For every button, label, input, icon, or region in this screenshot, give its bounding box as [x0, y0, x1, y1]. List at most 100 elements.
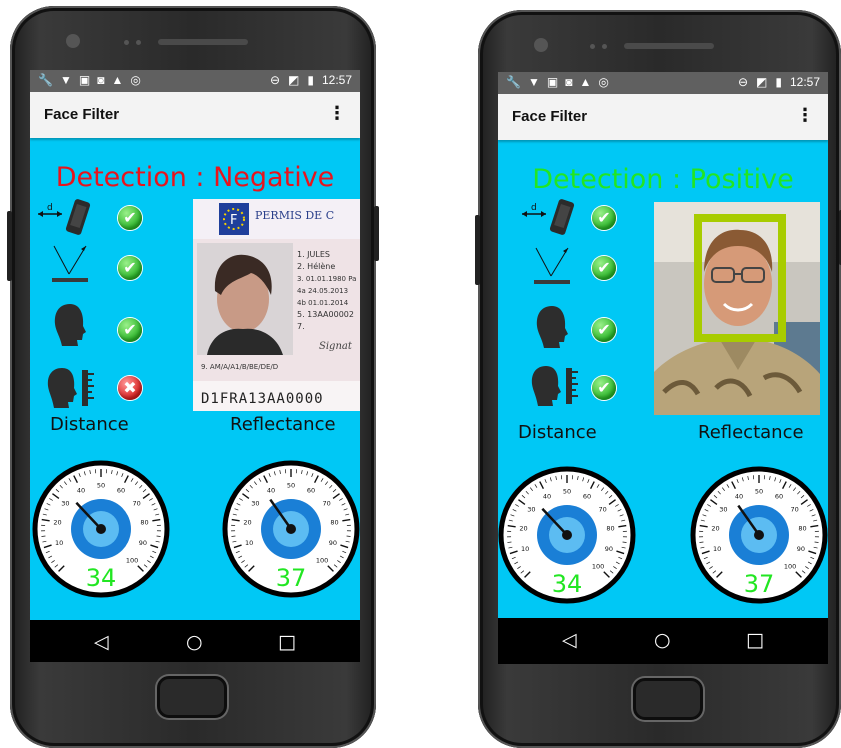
battery-icon: ▮	[775, 75, 782, 89]
card-line: 5. 13AA00002	[297, 310, 354, 319]
recents-icon[interactable]: □	[746, 629, 764, 651]
check-ok-icon: ✔	[592, 376, 616, 400]
gauge-tick-label: 10	[55, 539, 63, 547]
back-icon[interactable]: ◁	[562, 629, 577, 651]
gauge-tick	[156, 535, 161, 537]
id-card-image: F PERMIS DE C 1. JULES 2. Hélène 3. 01.0…	[193, 199, 360, 411]
gauge-tick-label: 20	[243, 519, 251, 527]
check-ok-icon: ✔	[592, 206, 616, 230]
card-line: 4b 01.01.2014	[297, 299, 349, 307]
volume-key	[475, 215, 480, 285]
gauge-tick-label: 60	[583, 492, 591, 500]
navigation-bar: ◁ ○ □	[498, 618, 828, 664]
reflectance-label: Reflectance	[230, 414, 336, 435]
gauge-tick-label: 40	[77, 486, 85, 494]
gauge-tick-label: 100	[784, 563, 796, 571]
overflow-menu-icon[interactable]: ⋮	[796, 105, 814, 126]
volume-key	[7, 211, 12, 281]
card-mrz: D1FRA13AA0000	[201, 391, 324, 407]
gauge-tick-label: 20	[53, 519, 61, 527]
gauge-tick-label: 60	[307, 486, 315, 494]
camera-face-image	[654, 202, 820, 415]
gauge-tick-label: 40	[735, 492, 743, 500]
reflectance-label: Reflectance	[698, 422, 804, 443]
check-ok-icon: ✔	[592, 318, 616, 342]
front-camera	[534, 38, 548, 52]
image-icon: ▣	[78, 73, 91, 87]
gauge-tick-label: 10	[521, 545, 529, 553]
id-card-graphic: F PERMIS DE C 1. JULES 2. Hélène 3. 01.0…	[193, 199, 360, 411]
card-line: 4a 24.05.2013	[297, 287, 348, 295]
navigation-bar: ◁ ○ □	[30, 620, 360, 662]
gauge-tick-label: 70	[598, 506, 606, 514]
gauge-tick-label: 70	[790, 506, 798, 514]
screen: 🔧 ▼ ▣ ◙ ▲ ◎ ⊖ ◩ ▮ 12:57 Face Filter ⋮ De…	[498, 72, 828, 664]
front-camera	[66, 34, 80, 48]
gauge-tick-label: 40	[543, 492, 551, 500]
dnd-icon: ⊖	[269, 73, 281, 87]
gauge-tick-label: 100	[316, 557, 328, 565]
app-bar: Face Filter ⋮	[498, 94, 828, 140]
card-flag-letter: F	[230, 213, 237, 228]
home-hardware-button[interactable]	[157, 676, 227, 718]
gauge-tick	[622, 541, 627, 543]
home-hardware-button[interactable]	[633, 678, 703, 720]
gauge-tick-label: 30	[61, 500, 69, 508]
overflow-menu-icon[interactable]: ⋮	[328, 103, 346, 124]
camera-face-graphic	[654, 202, 820, 415]
gauge-tick	[346, 535, 351, 537]
distance-label: Distance	[50, 414, 129, 435]
image-icon: ▣	[546, 75, 559, 89]
app-title: Face Filter	[512, 108, 588, 125]
recents-icon[interactable]: □	[278, 631, 296, 653]
status-bar: 🔧 ▼ ▣ ◙ ▲ ◎ ⊖ ◩ ▮ 12:57	[30, 70, 360, 92]
sensor-dot	[602, 44, 607, 49]
gauge-tick-label: 70	[132, 500, 140, 508]
detection-status: Detection : Negative	[55, 162, 335, 193]
gauge-value: 37	[744, 570, 775, 598]
gauge-hub	[562, 530, 572, 540]
phone-distance-icon: d	[522, 199, 575, 235]
gauge-tick	[814, 541, 819, 543]
gauge-tick-label: 90	[139, 539, 147, 547]
phone-distance-icon: d	[38, 199, 91, 235]
svg-text:d: d	[531, 203, 537, 213]
card-line: 2. Hélène	[297, 261, 335, 271]
card-header: PERMIS DE C	[255, 209, 334, 222]
app-title: Face Filter	[44, 106, 120, 123]
back-icon[interactable]: ◁	[94, 631, 109, 653]
face-profile-icon	[54, 304, 86, 346]
check-ok-icon: ✔	[118, 206, 142, 230]
gauge-tick-label: 90	[329, 539, 337, 547]
gauge-tick-label: 50	[97, 482, 105, 490]
gauge-tick-label: 30	[251, 500, 259, 508]
wrench-icon: 🔧	[506, 75, 521, 89]
detection-status: Detection : Positive	[532, 164, 794, 195]
status-bar: 🔧 ▼ ▣ ◙ ▲ ◎ ⊖ ◩ ▮ 12:57	[498, 72, 828, 94]
card-signature: Signat	[319, 341, 353, 352]
gauge-value: 34	[86, 564, 117, 592]
gauge-tick-label: 50	[287, 482, 295, 490]
gauge-tick-label: 50	[563, 488, 571, 496]
gauge-tick-label: 80	[798, 525, 806, 533]
gauge-tick-label: 100	[592, 563, 604, 571]
distance-label: Distance	[518, 422, 597, 443]
check-ok-icon: ✔	[118, 256, 142, 280]
svg-text:d: d	[47, 203, 53, 213]
gauge-tick-label: 30	[527, 506, 535, 514]
shield-icon: ◎	[130, 73, 141, 87]
check-ok-icon: ✔	[118, 318, 142, 342]
app-bar: Face Filter ⋮	[30, 92, 360, 138]
home-icon[interactable]: ○	[654, 629, 671, 651]
card-categories: 9. AM/A/A1/B/BE/DE/D	[201, 363, 278, 371]
warning-icon: ▲	[579, 75, 592, 89]
wifi-icon: ▼	[59, 73, 72, 87]
gauge-tick-label: 80	[330, 519, 338, 527]
reflection-icon	[52, 245, 88, 282]
reflectance-gauge: 10 20 30 40 50 60 70 80 90 100 37	[222, 460, 360, 598]
home-icon[interactable]: ○	[186, 631, 203, 653]
gauge-tick-label: 50	[755, 488, 763, 496]
gauge-tick-label: 90	[605, 545, 613, 553]
reflectance-gauge: 10 20 30 40 50 60 70 80 90 100 37	[690, 466, 828, 604]
gauge-tick-label: 90	[797, 545, 805, 553]
